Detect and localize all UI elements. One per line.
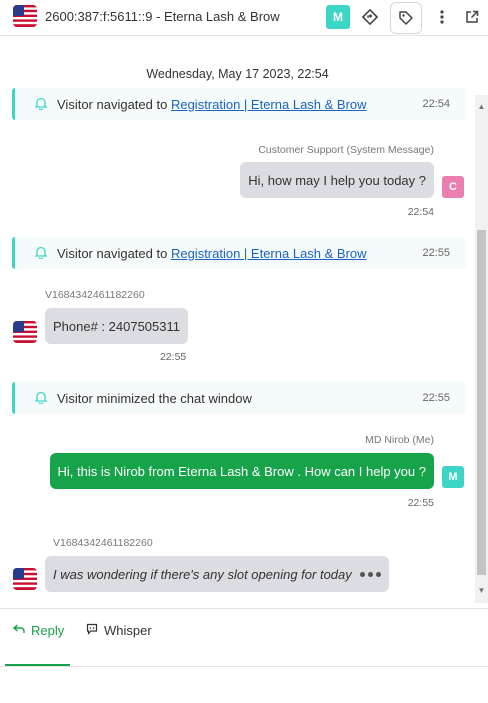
chat-date: Wednesday, May 17 2023, 22:54	[146, 67, 329, 81]
message-sender: MD Nirob (Me)	[365, 434, 434, 446]
page-title: 2600:387:f:5611::9 - Eterna Lash & Brow	[45, 9, 280, 24]
divider	[0, 666, 488, 667]
message-sender: V1684342461182260	[45, 289, 145, 301]
message-sender: V1684342461182260	[53, 537, 153, 549]
support-avatar: C	[442, 176, 464, 198]
message-time: 22:55	[407, 497, 434, 509]
typing-preview-bubble: I was wondering if there's any slot open…	[45, 556, 389, 592]
event-text: Visitor navigated to	[57, 246, 171, 261]
chat-transcript: Wednesday, May 17 2023, 22:54 Visitor na…	[0, 37, 475, 607]
external-link-icon[interactable]	[460, 5, 484, 29]
message-time: 22:55	[160, 351, 187, 363]
tab-whisper[interactable]: Whisper	[86, 623, 152, 667]
event-text: Visitor minimized the chat window	[57, 391, 252, 406]
system-event-navigation: Visitor navigated to Registration | Eter…	[12, 237, 466, 269]
message-bubble: Phone# : 2407505311	[45, 308, 188, 344]
agent-avatar[interactable]: M	[326, 5, 350, 29]
message-sender: Customer Support (System Message)	[258, 144, 434, 156]
page-link[interactable]: Registration | Eterna Lash & Brow	[171, 246, 367, 261]
tab-label: Reply	[31, 623, 65, 638]
system-event-minimized: Visitor minimized the chat window 22:55	[12, 382, 466, 414]
reply-icon	[12, 623, 25, 638]
event-time: 22:55	[422, 247, 450, 259]
typing-indicator-icon	[359, 571, 381, 577]
message-time: 22:54	[407, 206, 434, 218]
message-bubble: Hi, this is Nirob from Eterna Lash & Bro…	[49, 453, 434, 489]
bell-icon	[34, 391, 48, 409]
tab-label: Whisper	[104, 623, 152, 638]
tab-reply[interactable]: Reply	[5, 623, 70, 667]
composer-tabs: Reply Whisper	[0, 608, 488, 703]
system-event-navigation: Visitor navigated to Registration | Eter…	[12, 88, 466, 120]
scroll-down-icon[interactable]: ▼	[477, 585, 486, 597]
scrollbar-thumb[interactable]	[477, 230, 486, 575]
message-bubble: Hi, how may I help you today ?	[240, 162, 434, 198]
us-flag-icon	[13, 568, 37, 590]
chat-header: 2600:387:f:5611::9 - Eterna Lash & Brow …	[0, 0, 488, 36]
agent-avatar: M	[442, 466, 464, 488]
route-icon[interactable]	[358, 5, 382, 29]
event-time: 22:55	[422, 392, 450, 404]
typing-preview-text: I was wondering if there's any slot open…	[53, 566, 352, 582]
more-vertical-icon[interactable]	[430, 5, 454, 29]
bell-icon	[34, 97, 48, 115]
page-link[interactable]: Registration | Eterna Lash & Brow	[171, 97, 367, 112]
us-flag-icon	[13, 5, 37, 27]
event-time: 22:54	[422, 98, 450, 110]
bell-icon	[34, 246, 48, 264]
whisper-icon	[86, 623, 98, 638]
scroll-up-icon[interactable]: ▲	[477, 101, 486, 113]
us-flag-icon	[13, 321, 37, 343]
tag-icon[interactable]	[390, 2, 422, 34]
chat-scrollbar[interactable]: ▲ ▼	[475, 95, 488, 603]
event-text: Visitor navigated to	[57, 97, 171, 112]
